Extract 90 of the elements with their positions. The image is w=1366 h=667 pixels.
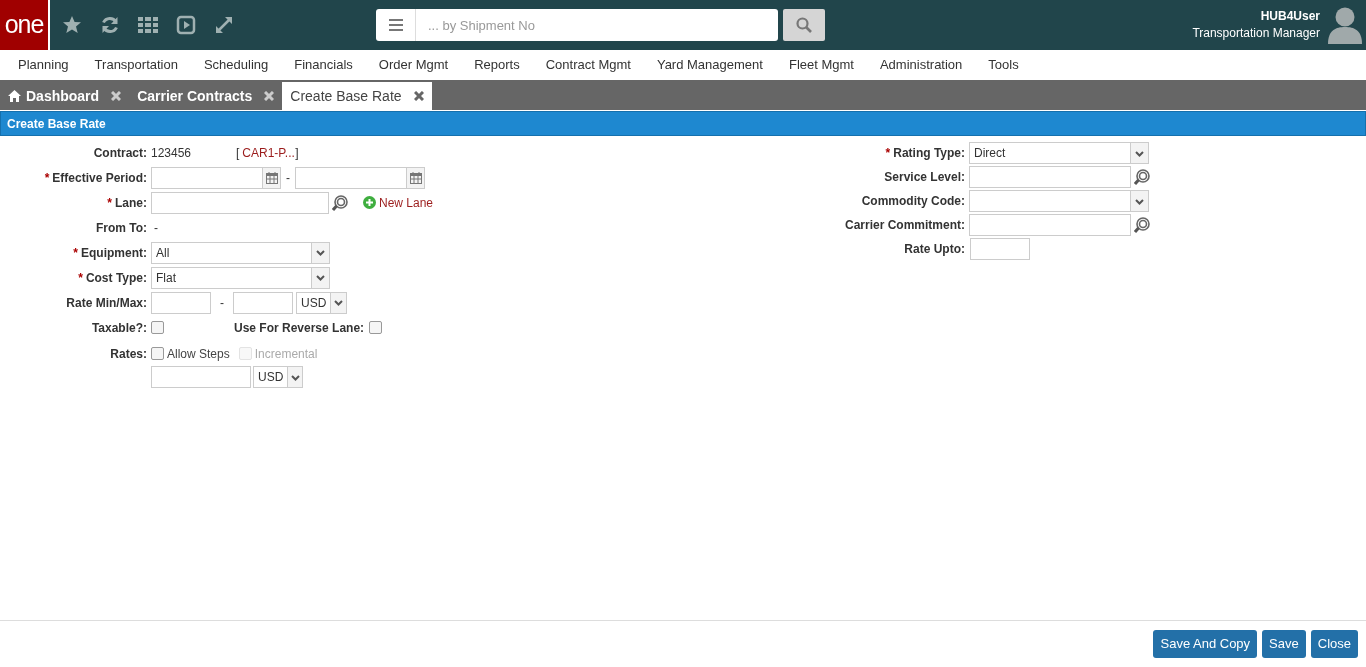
caret-icon [315,273,326,282]
menu-item[interactable]: Yard Management [646,55,773,75]
lookup-icon[interactable] [332,194,348,211]
checkbox[interactable] [151,347,164,360]
field-label: Taxable?: [91,319,147,337]
input-field[interactable] [969,166,1131,188]
menu-item[interactable]: Scheduling [193,55,279,75]
date-field[interactable] [151,166,281,189]
field-label: Rates: [110,345,147,363]
field-label: * Rating Type: [885,145,965,162]
search-field[interactable]: ... by Shipment No [416,9,778,41]
rate-field[interactable] [151,366,251,388]
expand-icon[interactable] [214,15,234,35]
min-field[interactable] [151,291,211,314]
field-label: Rate Min/Max: [66,294,147,312]
tab-label: Carrier Contracts [137,86,253,106]
plus-circle-icon [363,196,376,209]
tab[interactable]: Dashboard [0,82,130,110]
lane-field[interactable] [151,191,329,214]
menu-item[interactable]: Order Mgmt [368,55,459,75]
close-icon[interactable] [413,91,424,101]
menu-item[interactable]: Contract Mgmt [535,55,641,75]
app-logo[interactable]: one [0,0,50,50]
panel-title-bar: Create Base Rate [0,111,1366,136]
tab[interactable]: Carrier Contracts [129,82,283,110]
caret-icon [289,372,301,382]
star-icon[interactable] [62,15,82,35]
caret-icon [1134,196,1145,206]
field-label: Commodity Code: [861,193,965,210]
search-icon [796,17,812,33]
menu-item[interactable]: Tools [978,55,1029,75]
contract-number: 123456 [151,144,193,162]
field-label: Contract: [93,144,147,162]
avatar-icon[interactable] [1328,6,1362,44]
play-icon[interactable] [176,15,196,35]
field-label: Rate Upto: [904,241,965,258]
dropdown[interactable]: All [151,241,330,264]
dropdown[interactable]: Flat [151,266,330,289]
menu-item[interactable]: Fleet Mgmt [778,55,864,75]
max-field[interactable] [233,291,293,314]
field-label: Service Level: [884,169,965,186]
action-button[interactable]: Save [1262,630,1306,658]
tab-label: Dashboard [26,86,100,106]
separator: - [219,294,225,312]
option-label: Incremental [254,345,318,363]
field-label: Carrier Commitment: [844,217,965,234]
search-button[interactable] [783,9,825,41]
calendar-icon [265,171,278,184]
caret-icon [333,298,345,307]
caret-icon [1134,148,1145,158]
field-label: Use For Reverse Lane: [234,319,365,337]
caret-icon [315,248,326,257]
checkbox[interactable] [369,321,383,334]
date-field[interactable] [295,166,425,189]
user-role: Transportation Manager [1192,25,1320,42]
menu-item[interactable]: Financials [284,55,363,75]
calendar-icon [409,171,422,184]
field-label: * Cost Type: [78,269,147,287]
new-lane-link[interactable]: New Lane [363,193,434,212]
menu-button[interactable] [376,9,416,41]
from-to-value: - [154,220,158,235]
refresh-icon[interactable] [100,15,120,35]
currency-dropdown[interactable]: USD [296,291,347,314]
currency-dropdown[interactable]: USD [253,366,303,388]
menu-item[interactable]: Transportation [84,55,188,75]
menu-icon [388,19,403,31]
lookup-icon[interactable] [1134,169,1150,185]
bracket: ] [295,144,299,162]
lookup-icon[interactable] [1134,217,1150,233]
field-label: * Lane: [107,194,147,212]
dropdown[interactable]: Direct [969,142,1149,164]
action-button[interactable]: Save And Copy [1153,630,1258,658]
action-button[interactable]: Close [1310,630,1358,658]
home-icon [8,90,21,102]
bracket: [ [236,144,240,162]
input-field[interactable] [970,238,1030,260]
grid-icon[interactable] [138,15,158,35]
checkbox[interactable] [151,321,164,334]
tab[interactable]: Create Base Rate [282,82,432,110]
separator: - [285,169,291,187]
field-label: * Effective Period: [44,169,147,187]
tab-label: Create Base Rate [290,86,402,106]
option-label: Allow Steps [167,345,230,363]
user-name: HUB4User [1260,8,1320,25]
menu-item[interactable]: Planning [8,55,79,75]
input-field[interactable] [969,214,1131,236]
menu-item[interactable]: Reports [464,55,530,75]
field-label: From To: [95,219,147,237]
menu-item[interactable]: Administration [869,55,973,75]
field-label: * Equipment: [73,244,147,262]
